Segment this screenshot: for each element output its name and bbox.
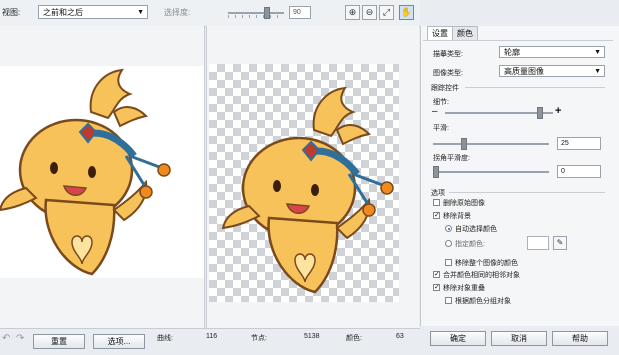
colors-label: 颜色: [346,335,362,342]
remove-overlap-label: 移除对象重叠 [443,285,485,292]
trace-type-select[interactable]: 轮廓 ▼ [499,46,605,58]
view-mode-label: 视图: [2,8,21,17]
merge-adjacent-checkbox[interactable]: ✓ [433,271,440,278]
traced-character-image [221,86,394,294]
options-title: 选项 [431,190,445,197]
specify-color-radio[interactable] [445,240,452,247]
image-type-label: 图像类型: [433,70,463,77]
smoothing-value[interactable]: 25 [557,137,601,150]
smooth-label: 选择度: [164,8,191,17]
group-by-color-checkbox[interactable] [445,297,452,304]
curves-value: 116 [206,333,218,340]
chevron-down-icon: ▼ [594,49,601,56]
auto-color-radio[interactable] [445,225,452,232]
colors-value: 63 [396,333,404,340]
view-mode-value: 之前和之后 [43,8,83,17]
trace-type-label: 描摹类型: [433,51,463,58]
help-button[interactable]: 帮助 [552,331,608,346]
nodes-value: 5138 [304,333,320,340]
group-by-color-label: 根据颜色分组对象 [455,298,511,305]
transparent-background-area [209,64,399,302]
smoothing-slider-track[interactable] [433,143,549,145]
pan-hand-icon[interactable]: ✋ [399,5,414,20]
smoothing-label: 平滑: [433,125,449,132]
trace-controls-title: 跟踪控件 [431,85,459,92]
nodes-label: 节点: [251,335,267,342]
corner-smoothing-label: 拐角平滑度: [433,155,470,162]
zoom-out-icon[interactable]: ⊖ [362,5,377,20]
chevron-down-icon: ▼ [137,9,144,16]
chevron-down-icon: ▼ [594,68,601,75]
color-swatch[interactable] [527,236,549,250]
curves-label: 曲线: [157,335,173,342]
redo-icon[interactable]: ↷ [16,333,28,348]
corner-value[interactable]: 0 [557,165,601,178]
delete-original-checkbox[interactable] [433,199,440,206]
undo-icon[interactable]: ↶ [2,333,14,348]
reset-button[interactable]: 重置 [33,334,85,349]
image-type-value: 高质量图像 [504,67,544,76]
zoom-slider-ticks [228,15,284,18]
specify-color-label: 指定颜色: [455,241,485,248]
delete-original-label: 删除原始图像 [443,200,485,207]
merge-adjacent-label: 合并颜色相同的相邻对象 [443,272,520,279]
trace-type-value: 轮廓 [504,48,520,57]
original-image-area [0,66,204,278]
remove-overlap-checkbox[interactable]: ✓ [433,284,440,291]
ok-button[interactable]: 确定 [430,331,486,346]
zoom-in-icon[interactable]: ⊕ [345,5,360,20]
eyedropper-icon[interactable]: ✎ [553,236,567,250]
before-preview-pane[interactable] [0,26,205,328]
remove-whole-image-color-label: 移除整个图像的颜色 [455,260,518,267]
options-divider [449,192,605,193]
fit-to-window-icon[interactable]: ⤢ [379,5,394,20]
cancel-button[interactable]: 取消 [491,331,547,346]
tab-settings[interactable]: 设置 [427,26,453,41]
original-character-image [0,68,171,276]
zoom-value[interactable]: 90 [289,6,311,19]
trace-settings-panel: 设置 颜色 描摹类型: 轮廓 ▼ 图像类型: 高质量图像 ▼ 跟踪控件 细节: … [420,26,619,326]
view-mode-select[interactable]: 之前和之后 ▼ [38,5,148,19]
remove-background-label: 移除背景 [443,213,471,220]
preview-toolbar: 视图: 之前和之后 ▼ 选择度: 90 ⊕ ⊖ ⤢ ✋ [0,0,420,27]
remove-whole-image-color-checkbox[interactable] [445,259,452,266]
image-type-select[interactable]: 高质量图像 ▼ [499,65,605,77]
trace-controls-divider [465,87,605,88]
corner-slider-track[interactable] [433,171,549,173]
auto-color-label: 自动选择颜色 [455,226,497,233]
plus-icon[interactable]: + [555,105,561,117]
zoom-slider-thumb[interactable] [264,7,270,19]
corner-slider-thumb[interactable] [433,166,439,178]
tab-colors[interactable]: 颜色 [452,26,478,41]
zoom-slider-track[interactable] [228,12,284,14]
smoothing-slider-thumb[interactable] [461,138,467,150]
detail-slider-thumb[interactable] [537,107,543,119]
minus-icon[interactable]: – [432,106,438,117]
options-button[interactable]: 选项... [93,334,145,349]
tab-divider [423,40,613,41]
remove-background-checkbox[interactable]: ✓ [433,212,440,219]
after-preview-pane[interactable] [206,26,419,328]
